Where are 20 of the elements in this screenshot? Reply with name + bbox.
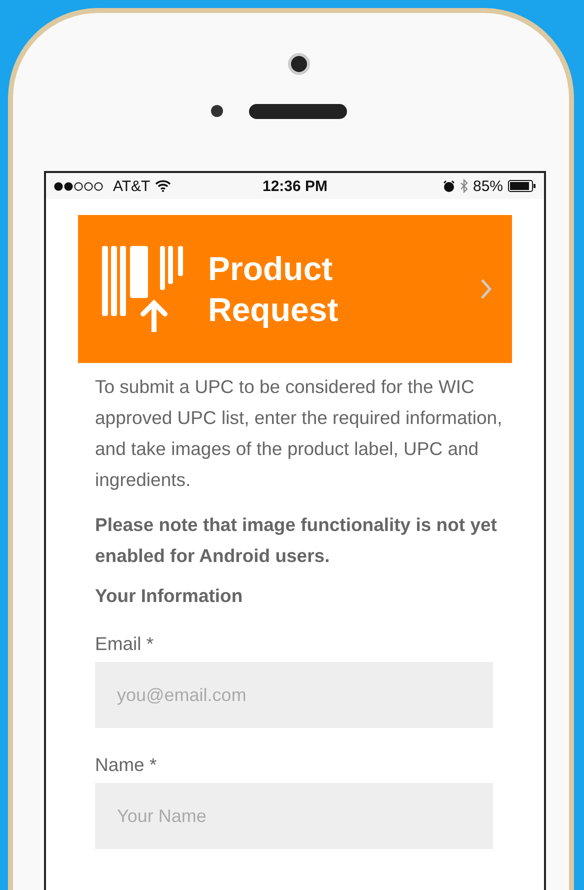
battery-percentage: 85%: [472, 178, 504, 194]
clock-time: 12:36 PM: [262, 178, 328, 194]
sensor-dot: [211, 105, 223, 117]
field-label: Name *: [95, 754, 158, 776]
text-field[interactable]: Your Name: [95, 783, 493, 849]
carrier-label: AT&T: [113, 178, 150, 194]
field-label: Email *: [95, 633, 155, 655]
product-request-banner[interactable]: Product Request: [78, 215, 512, 363]
alarm-clock-icon: [442, 180, 455, 192]
intro-paragraph: To submit a UPC to be considered for the WIC approved UPC list, enter the required information, and take images of the product label, UPC and ingredients.: [95, 375, 504, 492]
android-note: Please note that image functionality is not yet enabled for Android users.: [95, 513, 498, 568]
bluetooth-icon: [460, 179, 468, 193]
battery-icon: [508, 180, 536, 192]
chevron-right-icon: [480, 278, 492, 300]
banner-title: Product Request: [208, 249, 340, 330]
camera-lens: [288, 53, 310, 75]
barcode-upload-icon: [102, 246, 186, 332]
text-field[interactable]: you@email.com: [95, 662, 493, 728]
wifi-icon: [155, 180, 172, 192]
section-heading: Your Information: [95, 585, 244, 607]
